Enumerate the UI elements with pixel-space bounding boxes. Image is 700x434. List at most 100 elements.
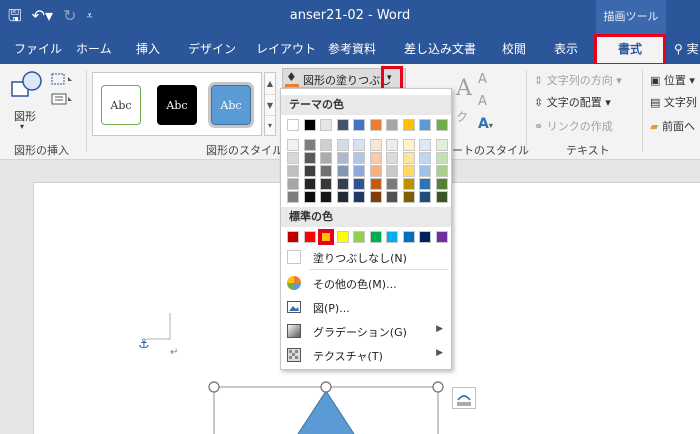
theme-color-swatch[interactable] — [303, 119, 316, 131]
theme-shade-swatch[interactable] — [320, 152, 332, 164]
theme-color-swatch[interactable] — [402, 119, 415, 131]
theme-shade-swatch[interactable] — [419, 152, 431, 164]
tab-format[interactable]: 書式 — [594, 34, 666, 66]
theme-shade-swatch[interactable] — [336, 178, 349, 190]
gallery-down-arrow[interactable]: ▼ — [265, 94, 275, 115]
theme-shade-swatch[interactable] — [369, 152, 382, 164]
standard-color-swatch[interactable] — [369, 231, 382, 243]
theme-shade-swatch[interactable] — [402, 165, 415, 177]
theme-color-swatch[interactable] — [287, 119, 299, 131]
standard-color-swatch[interactable] — [402, 231, 415, 243]
theme-shade-swatch[interactable] — [435, 191, 448, 203]
wordart-fill-icon[interactable]: A — [456, 76, 472, 101]
theme-shade-swatch[interactable] — [336, 139, 349, 151]
create-link-button[interactable]: ⚭ リンクの作成 — [534, 118, 613, 134]
theme-shade-swatch[interactable] — [369, 191, 382, 203]
text-box-icon[interactable] — [50, 92, 76, 106]
gallery-scroll[interactable]: ▲ ▼ ▾ — [264, 72, 276, 136]
theme-shade-swatch[interactable] — [402, 139, 415, 151]
anchor-icon[interactable]: ⚓ — [138, 337, 150, 352]
theme-shade-swatch[interactable] — [303, 178, 316, 190]
theme-shade-swatch[interactable] — [402, 178, 415, 190]
theme-color-swatch[interactable] — [386, 119, 398, 131]
theme-shade-swatch[interactable] — [386, 165, 398, 177]
theme-shade-swatch[interactable] — [369, 165, 382, 177]
edit-shape-icon[interactable] — [50, 72, 76, 86]
theme-color-swatch[interactable] — [419, 119, 431, 131]
tab-tell-me[interactable]: ⚲ 実 — [674, 34, 699, 64]
theme-shade-swatch[interactable] — [419, 139, 431, 151]
theme-shade-swatch[interactable] — [287, 165, 299, 177]
tab-home[interactable]: ホーム — [76, 34, 112, 64]
text-fill-icon[interactable]: A — [478, 72, 487, 87]
theme-shade-swatch[interactable] — [336, 165, 349, 177]
theme-shade-swatch[interactable] — [353, 165, 365, 177]
tab-file[interactable]: ファイル — [14, 34, 62, 64]
theme-shade-swatch[interactable] — [303, 191, 316, 203]
theme-shade-swatch[interactable] — [353, 178, 365, 190]
shapes-button-label[interactable]: 図形 — [14, 108, 36, 124]
theme-shade-swatch[interactable] — [369, 139, 382, 151]
texture-fill-item[interactable]: テクスチャ(T) ▶ — [281, 343, 451, 367]
more-colors-item[interactable]: その他の色(M)... — [281, 271, 451, 295]
theme-shade-swatch[interactable] — [386, 178, 398, 190]
gallery-more-arrow[interactable]: ▾ — [265, 115, 275, 135]
theme-shade-swatch[interactable] — [419, 165, 431, 177]
tab-mailings[interactable]: 差し込み文書 — [404, 34, 476, 64]
theme-shade-swatch[interactable] — [419, 178, 431, 190]
theme-shade-swatch[interactable] — [336, 191, 349, 203]
theme-shade-swatch[interactable] — [386, 139, 398, 151]
layout-options-button[interactable] — [452, 387, 476, 409]
theme-shade-swatch[interactable] — [287, 139, 299, 151]
theme-color-swatch[interactable] — [320, 119, 332, 131]
theme-shade-swatch[interactable] — [386, 191, 398, 203]
standard-color-swatch[interactable] — [386, 231, 398, 243]
theme-shade-swatch[interactable] — [353, 139, 365, 151]
theme-shade-swatch[interactable] — [287, 178, 299, 190]
tab-design[interactable]: デザイン — [188, 34, 236, 64]
theme-shade-swatch[interactable] — [303, 139, 316, 151]
position-button[interactable]: ▣ 位置 ▾ — [650, 72, 695, 88]
gallery-up-arrow[interactable]: ▲ — [265, 73, 275, 94]
standard-color-swatch[interactable] — [303, 231, 316, 243]
tab-layout[interactable]: レイアウト — [256, 34, 316, 64]
theme-shade-swatch[interactable] — [386, 152, 398, 164]
text-effects-icon[interactable]: A▾ — [478, 116, 493, 132]
shape-style-blue[interactable]: Abc — [208, 82, 254, 128]
theme-shade-swatch[interactable] — [353, 152, 365, 164]
theme-shade-swatch[interactable] — [336, 152, 349, 164]
standard-color-swatch[interactable] — [353, 231, 365, 243]
theme-shade-swatch[interactable] — [320, 165, 332, 177]
standard-color-swatch[interactable] — [336, 231, 349, 243]
picture-fill-item[interactable]: 図(P)... — [281, 295, 451, 319]
theme-shade-swatch[interactable] — [435, 165, 448, 177]
tab-references[interactable]: 参考資料 — [328, 34, 376, 64]
text-direction-button[interactable]: ⇕ 文字列の方向 ▾ — [534, 72, 622, 88]
align-text-button[interactable]: ⇳ 文字の配置 ▾ — [534, 94, 611, 110]
theme-shade-swatch[interactable] — [419, 191, 431, 203]
standard-color-swatch[interactable] — [419, 231, 431, 243]
selected-shape[interactable] — [206, 379, 446, 434]
no-fill-item[interactable]: 塗りつぶしなし(N) — [281, 245, 451, 269]
theme-shade-swatch[interactable] — [353, 191, 365, 203]
theme-shade-swatch[interactable] — [303, 165, 316, 177]
theme-color-swatch[interactable] — [369, 119, 382, 131]
wrap-text-button[interactable]: ▤ 文字列 — [650, 94, 697, 110]
theme-shade-swatch[interactable] — [435, 152, 448, 164]
shape-style-black[interactable]: Abc — [157, 85, 197, 125]
wordart-quick-styles-label[interactable]: ク — [456, 108, 468, 125]
text-outline-icon[interactable]: A — [478, 94, 487, 109]
theme-shade-swatch[interactable] — [320, 139, 332, 151]
theme-shade-swatch[interactable] — [402, 191, 415, 203]
shapes-icon[interactable] — [10, 70, 46, 100]
theme-shade-swatch[interactable] — [435, 139, 448, 151]
theme-shade-swatch[interactable] — [287, 152, 299, 164]
tab-view[interactable]: 表示 — [554, 34, 578, 64]
theme-shade-swatch[interactable] — [320, 178, 332, 190]
theme-shade-swatch[interactable] — [303, 152, 316, 164]
shapes-dropdown-arrow[interactable]: ▾ — [20, 122, 24, 131]
standard-color-swatch[interactable] — [287, 231, 299, 243]
theme-color-swatch[interactable] — [353, 119, 365, 131]
theme-color-swatch[interactable] — [336, 119, 349, 131]
standard-color-swatch[interactable] — [435, 231, 448, 243]
